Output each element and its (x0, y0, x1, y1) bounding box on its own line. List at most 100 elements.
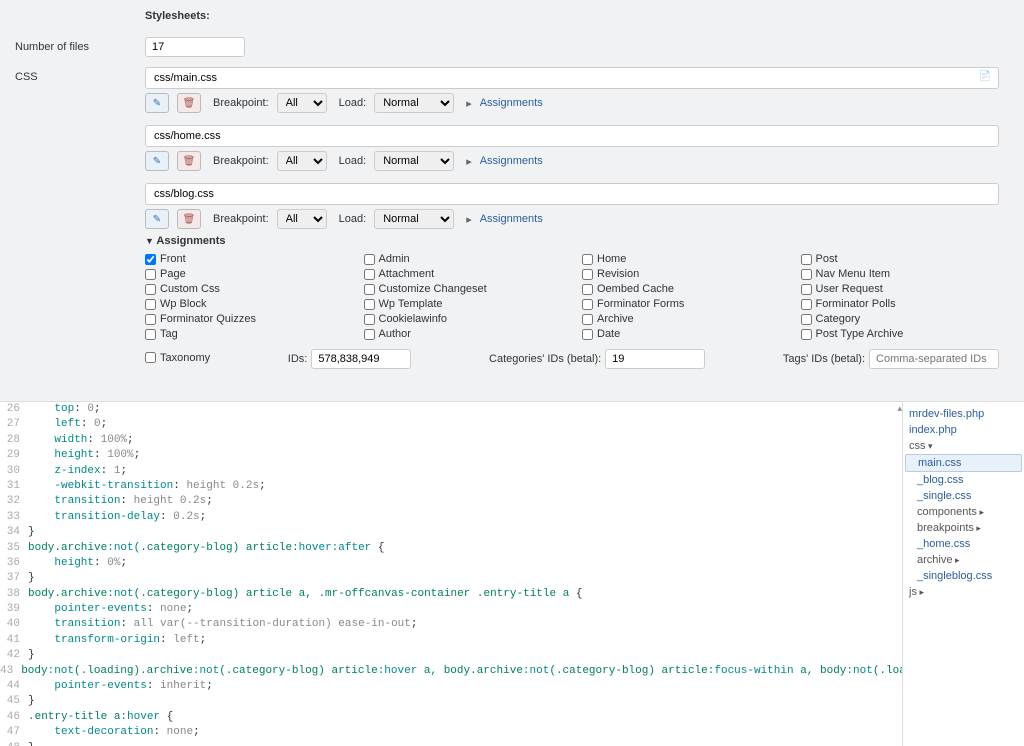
assign-checkbox[interactable] (801, 299, 812, 310)
code-line[interactable]: 39 pointer-events: none; (0, 602, 902, 617)
assign-item[interactable]: User Request (801, 283, 1000, 295)
assign-checkbox[interactable] (364, 329, 375, 340)
code-text[interactable]: -webkit-transition: height 0.2s; (28, 479, 902, 494)
code-text[interactable]: } (28, 525, 902, 540)
trash-icon[interactable]: 🗑 (177, 93, 201, 113)
breakpoint-select[interactable]: All (277, 151, 327, 171)
code-text[interactable]: left: 0; (28, 417, 902, 432)
assign-checkbox[interactable] (145, 329, 156, 340)
assign-item[interactable]: Forminator Quizzes (145, 313, 344, 325)
file-tree-folder[interactable]: js (905, 584, 1022, 600)
assign-checkbox[interactable] (145, 269, 156, 280)
edit-icon[interactable]: ✎ (145, 209, 169, 229)
code-text[interactable]: height: 100%; (28, 448, 902, 463)
assign-item[interactable]: Author (364, 328, 563, 340)
assign-item[interactable]: Nav Menu Item (801, 268, 1000, 280)
code-line[interactable]: 47 text-decoration: none; (0, 725, 902, 740)
assign-item[interactable]: Post Type Archive (801, 328, 1000, 340)
assign-checkbox[interactable] (145, 284, 156, 295)
code-line[interactable]: 29 height: 100%; (0, 448, 902, 463)
code-line[interactable]: 38body.archive:not(.category-blog) artic… (0, 587, 902, 602)
assign-checkbox[interactable] (801, 254, 812, 265)
code-text[interactable]: text-decoration: none; (28, 725, 902, 740)
code-line[interactable]: 45} (0, 694, 902, 709)
scroll-up-icon[interactable]: ▴ (897, 404, 902, 414)
code-text[interactable]: top: 0; (28, 402, 902, 417)
assign-item[interactable]: Wp Template (364, 298, 563, 310)
file-tree-file[interactable]: mrdev-files.php (905, 406, 1022, 422)
code-line[interactable]: 40 transition: all var(--transition-dura… (0, 617, 902, 632)
assign-checkbox[interactable] (801, 314, 812, 325)
file-tree-file[interactable]: _home.css (905, 536, 1022, 552)
assign-item[interactable]: Date (582, 328, 781, 340)
taxonomy-checkbox[interactable] (145, 352, 156, 363)
code-line[interactable]: 31 -webkit-transition: height 0.2s; (0, 479, 902, 494)
code-text[interactable]: body.archive:not(.category-blog) article… (28, 541, 902, 556)
assign-item[interactable]: Revision (582, 268, 781, 280)
code-line[interactable]: 36 height: 0%; (0, 556, 902, 571)
code-text[interactable]: transition-delay: 0.2s; (28, 510, 902, 525)
tags-ids-input[interactable] (869, 349, 999, 369)
assign-checkbox[interactable] (582, 329, 593, 340)
code-line[interactable]: 42} (0, 648, 902, 663)
assign-item[interactable]: Customize Changeset (364, 283, 563, 295)
code-line[interactable]: 43body:not(.loading).archive:not(.catego… (0, 664, 902, 679)
file-tree-file[interactable]: main.css (905, 454, 1022, 472)
assign-checkbox[interactable] (364, 314, 375, 325)
code-line[interactable]: 27 left: 0; (0, 417, 902, 432)
assign-item[interactable]: Cookielawinfo (364, 313, 563, 325)
ids-input[interactable] (311, 349, 411, 369)
code-text[interactable]: pointer-events: none; (28, 602, 902, 617)
assign-checkbox[interactable] (364, 299, 375, 310)
assign-item[interactable]: Forminator Polls (801, 298, 1000, 310)
css-path-input[interactable] (145, 67, 999, 89)
code-line[interactable]: 28 width: 100%; (0, 433, 902, 448)
breakpoint-select[interactable]: All (277, 93, 327, 113)
breakpoint-select[interactable]: All (277, 209, 327, 229)
code-text[interactable]: transform-origin: left; (28, 633, 902, 648)
load-select[interactable]: Normal (374, 151, 454, 171)
code-text[interactable]: z-index: 1; (28, 464, 902, 479)
code-line[interactable]: 26 top: 0; (0, 402, 902, 417)
assign-item[interactable]: Category (801, 313, 1000, 325)
trash-icon[interactable]: 🗑 (177, 151, 201, 171)
code-line[interactable]: 37} (0, 571, 902, 586)
file-tree-file[interactable]: index.php (905, 422, 1022, 438)
assign-item[interactable]: Tag (145, 328, 344, 340)
assign-checkbox[interactable] (145, 254, 156, 265)
code-text[interactable]: transition: height 0.2s; (28, 494, 902, 509)
assign-item[interactable]: Home (582, 253, 781, 265)
assign-item[interactable]: Post (801, 253, 1000, 265)
assign-checkbox[interactable] (145, 314, 156, 325)
file-tree-folder[interactable]: archive (905, 552, 1022, 568)
cat-ids-input[interactable] (605, 349, 705, 369)
css-path-input[interactable] (145, 125, 999, 147)
file-tree-file[interactable]: _single.css (905, 488, 1022, 504)
code-text[interactable]: body:not(.loading).archive:not(.category… (21, 664, 902, 679)
code-line[interactable]: 32 transition: height 0.2s; (0, 494, 902, 509)
assign-checkbox[interactable] (582, 254, 593, 265)
assign-item[interactable]: Page (145, 268, 344, 280)
file-tree-folder[interactable]: breakpoints (905, 520, 1022, 536)
assignments-link[interactable]: Assignments (480, 97, 543, 109)
code-line[interactable]: 44 pointer-events: inherit; (0, 679, 902, 694)
trash-icon[interactable]: 🗑 (177, 209, 201, 229)
assign-checkbox[interactable] (801, 329, 812, 340)
assign-item[interactable]: Admin (364, 253, 563, 265)
code-text[interactable]: height: 0%; (28, 556, 902, 571)
edit-icon[interactable]: ✎ (145, 93, 169, 113)
code-text[interactable]: body.archive:not(.category-blog) article… (28, 587, 902, 602)
assign-checkbox[interactable] (364, 254, 375, 265)
code-text[interactable]: } (28, 694, 902, 709)
assign-checkbox[interactable] (801, 269, 812, 280)
code-text[interactable]: } (28, 648, 902, 663)
code-line[interactable]: 33 transition-delay: 0.2s; (0, 510, 902, 525)
taxonomy-item[interactable]: Taxonomy (145, 352, 210, 364)
code-text[interactable]: } (28, 571, 902, 586)
assign-checkbox[interactable] (145, 299, 156, 310)
assignments-link[interactable]: Assignments (480, 155, 543, 167)
code-text[interactable]: transition: all var(--transition-duratio… (28, 617, 902, 632)
code-text[interactable]: width: 100%; (28, 433, 902, 448)
assign-checkbox[interactable] (582, 314, 593, 325)
assignments-link[interactable]: Assignments (480, 213, 543, 225)
